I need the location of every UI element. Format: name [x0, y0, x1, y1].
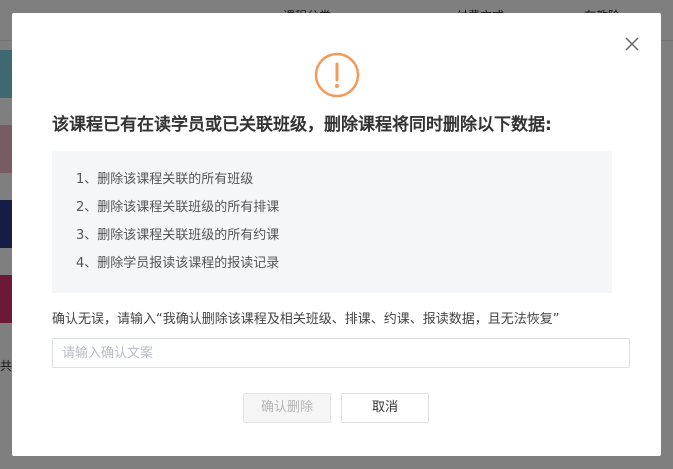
deletion-list-item: 4、删除学员报读该课程的报读记录 [76, 256, 280, 271]
cancel-button[interactable]: 取消 [341, 393, 429, 423]
confirm-delete-button[interactable]: 确认删除 [243, 393, 331, 423]
delete-course-dialog: 该课程已有在读学员或已关联班级，删除课程将同时删除以下数据: 1、删除该课程关联… [12, 13, 661, 456]
deletion-list-item: 3、删除该课程关联班级的所有约课 [76, 228, 280, 243]
exclamation-circle-icon [314, 52, 360, 98]
deletion-list-item: 1、删除该课程关联的所有班级 [76, 172, 254, 187]
deletion-list: 1、删除该课程关联的所有班级 2、删除该课程关联班级的所有排课 3、删除该课程关… [52, 151, 612, 293]
confirm-text-input[interactable] [52, 338, 630, 368]
confirm-instruction: 确认无误，请输入“我确认删除该课程及相关班级、排课、约课、报读数据，且无法恢复” [52, 312, 560, 327]
dialog-title: 该课程已有在读学员或已关联班级，删除课程将同时删除以下数据: [52, 115, 552, 135]
deletion-list-item: 2、删除该课程关联班级的所有排课 [76, 200, 280, 215]
close-icon[interactable] [621, 33, 643, 55]
